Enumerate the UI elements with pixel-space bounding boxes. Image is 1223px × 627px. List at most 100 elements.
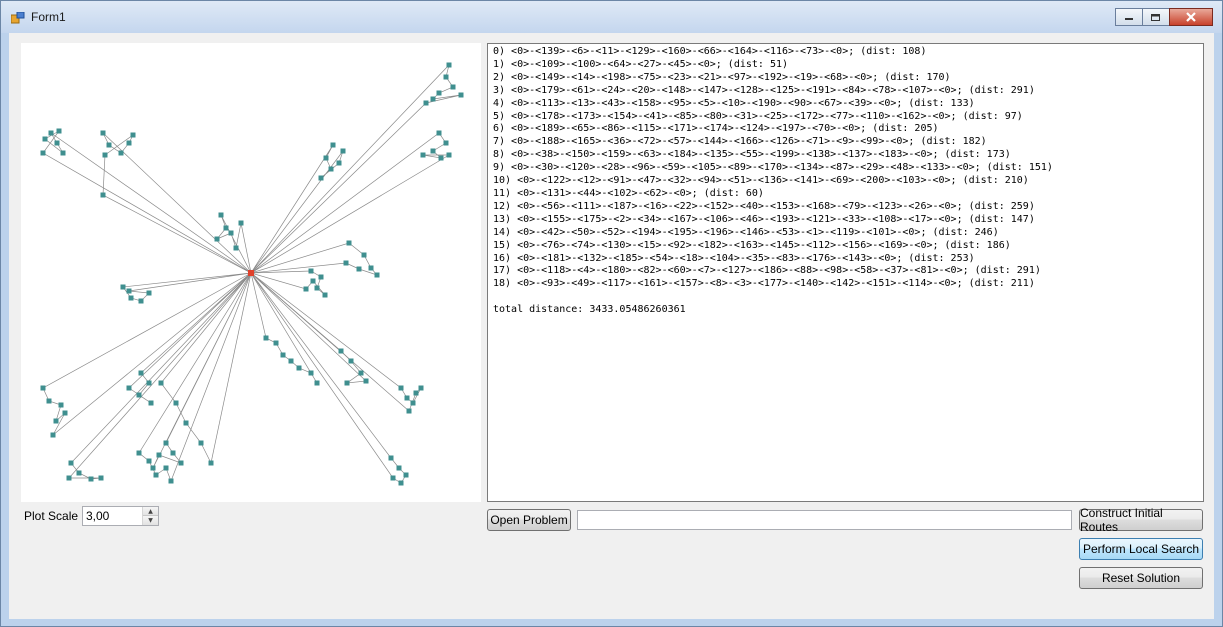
customer-node	[208, 460, 214, 466]
customer-node	[146, 290, 152, 296]
output-line: 0) <0>-<139>-<6>-<11>-<129>-<160>-<66>-<…	[493, 46, 927, 57]
customer-node	[56, 128, 62, 134]
customer-node	[450, 84, 456, 90]
customer-node	[98, 475, 104, 481]
customer-node	[438, 155, 444, 161]
customer-node	[273, 340, 279, 346]
customer-node	[76, 470, 82, 476]
route-path	[152, 272, 252, 469]
customer-node	[150, 465, 156, 471]
customer-node	[443, 74, 449, 80]
customer-node	[128, 295, 134, 301]
customer-node	[138, 298, 144, 304]
customer-node	[170, 450, 176, 456]
route-path	[68, 272, 252, 480]
minimize-button[interactable]	[1115, 8, 1143, 26]
output-line: 14) <0>-<42>-<50>-<52>-<194>-<195>-<196>…	[493, 226, 999, 238]
spin-up-button[interactable]: ▲	[143, 507, 158, 516]
reset-solution-button[interactable]: Reset Solution	[1079, 567, 1203, 589]
customer-node	[403, 472, 409, 478]
customer-node	[126, 140, 132, 146]
customer-node	[363, 378, 369, 384]
customer-node	[314, 380, 320, 386]
customer-node	[130, 132, 136, 138]
minimize-icon	[1125, 18, 1133, 20]
route-path	[250, 63, 462, 274]
plot-scale-label: Plot Scale	[24, 509, 79, 523]
customer-node	[163, 440, 169, 446]
customer-node	[390, 475, 396, 481]
customer-node	[163, 465, 169, 471]
output-line: 13) <0>-<155>-<175>-<2>-<34>-<167>-<106>…	[493, 213, 1035, 225]
customer-node	[168, 478, 174, 484]
caption-buttons	[1115, 8, 1213, 28]
output-line: 11) <0>-<131>-<44>-<102>-<62>-<0>; (dist…	[493, 187, 764, 199]
customer-node	[40, 385, 46, 391]
problem-path-field[interactable]	[577, 510, 1072, 530]
output-line: 17) <0>-<118>-<4>-<180>-<82>-<60>-<7>-<1…	[493, 265, 1041, 277]
customer-node	[40, 150, 46, 156]
customer-node	[436, 130, 442, 136]
customer-node	[446, 62, 452, 68]
customer-node	[396, 465, 402, 471]
customer-node	[318, 274, 324, 280]
customer-node	[238, 220, 244, 226]
route-path	[42, 130, 252, 274]
output-line: 16) <0>-<181>-<132>-<185>-<54>-<18>-<104…	[493, 252, 975, 264]
customer-node	[233, 245, 239, 251]
customer-node	[361, 252, 367, 258]
app-icon	[11, 12, 25, 24]
customer-node	[136, 392, 142, 398]
route-path	[160, 272, 252, 465]
spin-down-button[interactable]: ▼	[143, 516, 158, 525]
depot-node	[248, 270, 254, 276]
output-line: 18) <0>-<93>-<49>-<117>-<161>-<157>-<8>-…	[493, 278, 1035, 290]
maximize-button[interactable]	[1142, 8, 1170, 26]
local-search-button[interactable]: Perform Local Search	[1079, 538, 1203, 560]
customer-node	[218, 212, 224, 218]
construct-routes-button[interactable]: Construct Initial Routes	[1079, 506, 1203, 534]
customer-node	[183, 420, 189, 426]
customer-node	[280, 352, 286, 358]
customer-node	[430, 148, 436, 154]
customer-node	[430, 96, 436, 102]
arrow-up-icon: ▲	[148, 507, 153, 515]
customer-node	[158, 380, 164, 386]
customer-node	[296, 365, 302, 371]
open-problem-button[interactable]: Open Problem	[487, 509, 571, 531]
customer-node	[318, 175, 324, 181]
plot-scale-spinner[interactable]: 3,00 ▲ ▼	[82, 506, 159, 526]
customer-node	[420, 152, 426, 158]
customer-node	[62, 410, 68, 416]
customer-node	[356, 266, 362, 272]
customer-node	[358, 370, 364, 376]
customer-node	[343, 260, 349, 266]
customer-node	[120, 284, 126, 290]
customer-node	[323, 155, 329, 161]
customer-node	[136, 450, 142, 456]
output-line: 1) <0>-<109>-<100>-<64>-<27>-<45>-<0>; (…	[493, 58, 789, 70]
arrow-down-icon: ▼	[148, 517, 153, 524]
customer-node	[50, 432, 56, 438]
output-line: 9) <0>-<30>-<120>-<28>-<96>-<59>-<105>-<…	[493, 162, 1053, 174]
output-line: 8) <0>-<38>-<150>-<159>-<63>-<184>-<135>…	[493, 149, 1011, 161]
window-title: Form1	[31, 10, 66, 24]
plot-scale-value[interactable]: 3,00	[86, 509, 109, 523]
route-path	[250, 144, 344, 274]
title-bar[interactable]: Form1	[1, 1, 1222, 33]
solution-output[interactable]: 0) <0>-<139>-<6>-<11>-<129>-<160>-<66>-<…	[487, 43, 1204, 502]
customer-node	[336, 160, 342, 166]
customer-node	[418, 385, 424, 391]
customer-node	[223, 225, 229, 231]
output-line: 5) <0>-<178>-<173>-<154>-<41>-<85>-<80>-…	[493, 110, 1023, 122]
customer-node	[118, 150, 124, 156]
customer-node	[443, 140, 449, 146]
customer-node	[68, 460, 74, 466]
customer-node	[58, 402, 64, 408]
close-button[interactable]	[1169, 8, 1213, 26]
route-plot	[21, 43, 481, 502]
customer-node	[288, 358, 294, 364]
output-line: 4) <0>-<113>-<13>-<43>-<158>-<95>-<5>-<1…	[493, 97, 975, 109]
customer-node	[398, 480, 404, 486]
output-line: 2) <0>-<149>-<14>-<198>-<75>-<23>-<21>-<…	[493, 71, 951, 83]
